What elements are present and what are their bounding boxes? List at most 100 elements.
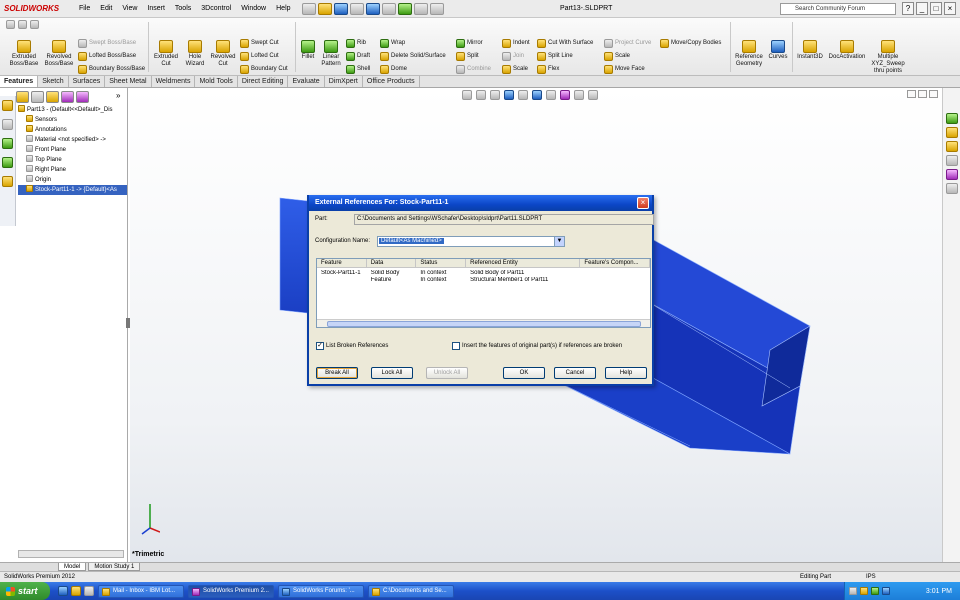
swept-boss-button[interactable]: Swept Boss/Base xyxy=(78,39,136,48)
options-icon[interactable] xyxy=(429,2,444,15)
tab-model[interactable]: Model xyxy=(58,563,87,571)
cancel-button[interactable]: Cancel xyxy=(554,367,596,379)
menu-view[interactable]: View xyxy=(117,0,142,18)
tree-item-origin[interactable]: Origin xyxy=(18,175,127,185)
propertymanager-tab-icon[interactable] xyxy=(31,91,44,103)
select-cursor-icon[interactable] xyxy=(381,2,396,15)
column-header-feature-component[interactable]: Feature's Compon... xyxy=(580,259,650,267)
taskbar-item-forums[interactable]: SolidWorks Forums: '... xyxy=(278,584,364,598)
scrollbar-thumb[interactable] xyxy=(327,321,641,327)
restore-icon[interactable]: □ xyxy=(930,2,942,15)
delete-solid-button[interactable]: Delete Solid/Surface xyxy=(380,52,446,61)
tab-evaluate[interactable]: Evaluate xyxy=(288,76,325,87)
tab-office-products[interactable]: Office Products xyxy=(363,76,420,87)
open-folder-icon[interactable] xyxy=(317,2,332,15)
save-icon[interactable] xyxy=(333,2,348,15)
reference-geometry-button[interactable]: Reference Geometry xyxy=(732,40,766,68)
tree-item-material[interactable]: Material <not specified> -> xyxy=(18,135,127,145)
wrap-button[interactable]: Wrap xyxy=(380,39,405,48)
status-units[interactable]: IPS xyxy=(866,572,876,582)
tab-mold-tools[interactable]: Mold Tools xyxy=(195,76,238,87)
unlock-all-button[interactable]: Unlock All xyxy=(426,367,468,379)
taskbar-item-mail[interactable]: Mail - Inbox - IBM Lot... xyxy=(98,584,184,598)
menu-help[interactable]: Help xyxy=(271,0,295,18)
ie-icon[interactable] xyxy=(58,586,68,596)
scale-button[interactable]: Scale xyxy=(502,65,528,74)
tab-dimxpert[interactable]: DimXpert xyxy=(325,76,363,87)
minimize-icon[interactable]: _ xyxy=(916,2,928,15)
undo-icon[interactable] xyxy=(365,2,380,15)
display-icon[interactable] xyxy=(18,20,27,29)
chevron-right-icon[interactable]: » xyxy=(116,91,120,100)
design-library-icon[interactable] xyxy=(946,127,958,138)
docactivation-button[interactable]: DocActivation xyxy=(826,40,868,61)
view-palette-icon[interactable] xyxy=(946,155,958,166)
extruded-boss-button[interactable]: Extruded Boss/Base xyxy=(6,40,42,68)
dome-button[interactable]: Dome xyxy=(380,65,407,74)
split-line-button[interactable]: Split Line xyxy=(537,52,573,61)
display-manager-icon[interactable] xyxy=(2,176,13,187)
rebuild-icon[interactable] xyxy=(397,2,412,15)
insert-features-checkbox[interactable] xyxy=(452,342,460,350)
taskbar-item-solidworks[interactable]: SolidWorks Premium 2... xyxy=(188,584,274,598)
column-header-data[interactable]: Data xyxy=(367,259,417,267)
search-input[interactable]: Search Community Forum xyxy=(780,3,896,15)
tree-root[interactable]: Part13 - (Default<<Default>_Dis xyxy=(18,105,127,115)
custom-properties-icon[interactable] xyxy=(946,183,958,194)
new-document-icon[interactable] xyxy=(301,2,316,15)
move-copy-bodies-button[interactable]: Move/Copy Bodies xyxy=(660,39,721,48)
tree-item-front-plane[interactable]: Front Plane xyxy=(18,145,127,155)
tree-item-stock-part[interactable]: Stock-Part11-1 -> {Default}<As xyxy=(18,185,127,195)
tree-item-annotations[interactable]: Annotations xyxy=(18,125,127,135)
multiple-xyz-sweep-button[interactable]: Multiple XYZ_Sweep thru points xyxy=(868,40,908,75)
cut-with-surface-button[interactable]: Cut With Surface xyxy=(537,39,593,48)
dimxpert-icon[interactable] xyxy=(2,157,13,168)
close-icon[interactable]: × xyxy=(944,2,956,15)
revolved-cut-button[interactable]: Revolved Cut xyxy=(209,40,237,68)
combine-button[interactable]: Combine xyxy=(456,65,491,74)
tab-features[interactable]: Features xyxy=(0,76,39,87)
indent-button[interactable]: Indent xyxy=(502,39,530,48)
join-button[interactable]: Join xyxy=(502,52,524,61)
tree-item-sensors[interactable]: Sensors xyxy=(18,115,127,125)
rib-button[interactable]: Rib xyxy=(346,39,366,48)
ok-button[interactable]: OK xyxy=(503,367,545,379)
lofted-cut-button[interactable]: Lofted Cut xyxy=(240,52,279,61)
boundary-cut-button[interactable]: Boundary Cut xyxy=(240,65,288,74)
scale-b-button[interactable]: Scale xyxy=(604,52,630,61)
table-row[interactable]: Stock-Part11-1 Solid Body In context Sol… xyxy=(317,270,650,277)
break-all-button[interactable]: Break All xyxy=(316,367,358,379)
network-icon[interactable] xyxy=(849,587,857,595)
table-horizontal-scrollbar[interactable] xyxy=(317,319,650,327)
swept-cut-button[interactable]: Swept Cut xyxy=(240,39,279,48)
file-properties-icon[interactable] xyxy=(413,2,428,15)
dialog-close-icon[interactable]: × xyxy=(637,197,649,209)
security-icon[interactable] xyxy=(860,587,868,595)
start-button[interactable]: start xyxy=(0,582,50,600)
desktop-icon[interactable] xyxy=(84,586,94,596)
taskbar-item-explorer[interactable]: C:\Documents and Se... xyxy=(368,584,454,598)
property-icon[interactable] xyxy=(2,119,13,130)
print-icon[interactable] xyxy=(349,2,364,15)
tree-item-right-plane[interactable]: Right Plane xyxy=(18,165,127,175)
column-header-feature[interactable]: Feature xyxy=(317,259,367,267)
fillet-button[interactable]: Fillet xyxy=(298,40,318,61)
tab-surfaces[interactable]: Surfaces xyxy=(69,76,106,87)
appearances-icon[interactable] xyxy=(946,169,958,180)
tab-sheet-metal[interactable]: Sheet Metal xyxy=(105,76,152,87)
column-header-referenced-entity[interactable]: Referenced Entity xyxy=(466,259,581,267)
menu-edit[interactable]: Edit xyxy=(95,0,117,18)
chevron-down-icon[interactable]: ▼ xyxy=(554,237,564,246)
displaymanager-tab-icon[interactable] xyxy=(76,91,89,103)
linear-pattern-button[interactable]: Linear Pattern xyxy=(318,40,344,68)
instant3d-button[interactable]: Instant3D xyxy=(794,40,826,61)
column-header-status[interactable]: Status xyxy=(416,259,467,267)
hide-show-icon[interactable] xyxy=(30,20,39,29)
hole-wizard-button[interactable]: Hole Wizard xyxy=(182,40,208,68)
clock[interactable]: 3:01 PM xyxy=(926,588,952,595)
lofted-boss-button[interactable]: Lofted Boss/Base xyxy=(78,52,136,61)
boundary-boss-button[interactable]: Boundary Boss/Base xyxy=(78,65,145,74)
list-broken-checkbox[interactable]: ✓ xyxy=(316,342,324,350)
revolved-boss-button[interactable]: Revolved Boss/Base xyxy=(42,40,76,68)
menu-insert[interactable]: Insert xyxy=(142,0,170,18)
